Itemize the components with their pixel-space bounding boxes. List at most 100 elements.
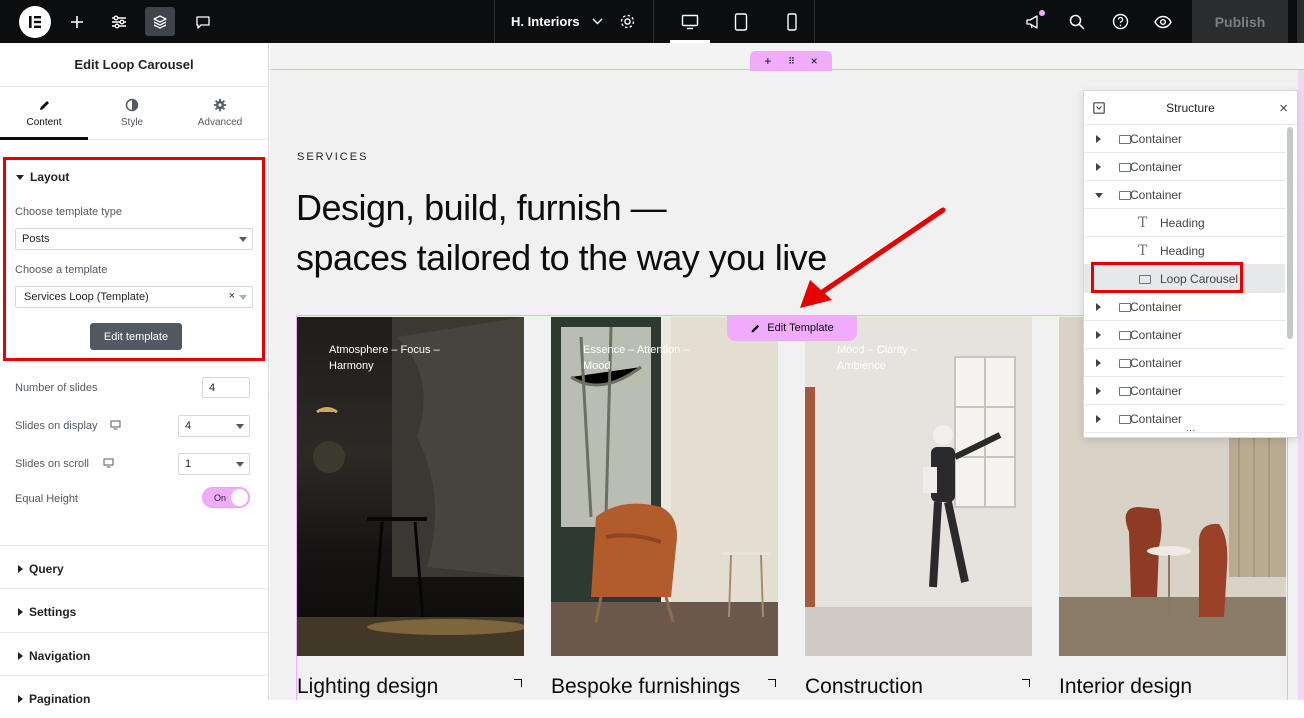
tab-style[interactable]: Style bbox=[88, 87, 176, 139]
elementor-logo-icon[interactable] bbox=[19, 6, 51, 38]
tablet-icon[interactable] bbox=[721, 0, 761, 43]
clear-icon[interactable]: × bbox=[229, 290, 235, 302]
comments-icon[interactable] bbox=[190, 0, 216, 43]
structure-item-heading[interactable]: T Heading bbox=[1084, 209, 1285, 237]
caret-down-icon bbox=[16, 174, 24, 180]
site-name: H. Interiors bbox=[511, 14, 580, 29]
pagination-section[interactable]: Pagination bbox=[0, 675, 268, 718]
corner-arrow-icon bbox=[1022, 679, 1030, 687]
carousel-slide[interactable]: Mood – Clarity – Ambience bbox=[805, 317, 1032, 656]
structure-item-label: Heading bbox=[1160, 243, 1205, 258]
corner-arrow-icon bbox=[768, 679, 776, 687]
editor-panel: Edit Loop Carousel Content Style Advance… bbox=[0, 43, 269, 706]
publish-button[interactable]: Publish bbox=[1192, 0, 1288, 43]
structure-scrollbar[interactable] bbox=[1287, 127, 1293, 339]
publish-options-button[interactable] bbox=[1296, 0, 1304, 43]
slide-title: Lighting design bbox=[297, 675, 439, 698]
dropdown-arrow-icon bbox=[239, 237, 247, 242]
structure-item-heading[interactable]: T Heading bbox=[1084, 237, 1285, 265]
structure-item-label: Heading bbox=[1160, 215, 1205, 230]
caret-right-icon bbox=[18, 565, 23, 573]
search-icon[interactable] bbox=[1064, 0, 1090, 43]
query-section[interactable]: Query bbox=[0, 545, 268, 588]
carousel-slide[interactable]: Essence – Attention – Mood bbox=[551, 317, 778, 656]
dropdown-arrow-icon bbox=[239, 295, 247, 300]
add-section-icon[interactable]: + bbox=[764, 54, 771, 68]
desktop-icon[interactable] bbox=[670, 0, 710, 43]
slide-caption: Essence – Attention – Mood bbox=[583, 344, 690, 372]
slide-caption: Mood – Clarity – Ambience bbox=[837, 344, 918, 372]
structure-item-container[interactable]: Container bbox=[1084, 293, 1285, 321]
structure-item-container[interactable]: Container bbox=[1084, 349, 1285, 377]
template-label: Choose a template bbox=[15, 264, 108, 276]
pencil-icon bbox=[39, 100, 49, 110]
loop-carousel-highlight bbox=[1091, 262, 1243, 293]
corner-arrow-icon bbox=[514, 679, 522, 687]
template-select[interactable]: Services Loop (Template) × bbox=[15, 286, 253, 308]
query-section-title: Query bbox=[29, 562, 64, 576]
settings-section[interactable]: Settings bbox=[0, 588, 268, 631]
structure-item-label: Container bbox=[1130, 187, 1183, 202]
caret-right-icon[interactable] bbox=[1096, 303, 1101, 311]
template-type-value: Posts bbox=[22, 233, 50, 245]
structure-item-label: Container bbox=[1130, 355, 1183, 370]
caret-right-icon[interactable] bbox=[1096, 163, 1101, 171]
structure-item-container[interactable]: Container bbox=[1084, 125, 1285, 153]
help-icon[interactable] bbox=[1107, 0, 1133, 43]
site-settings-icon[interactable] bbox=[106, 0, 132, 43]
caret-right-icon[interactable] bbox=[1096, 359, 1101, 367]
tab-advanced[interactable]: Advanced bbox=[176, 87, 264, 139]
structure-item-label: Container bbox=[1130, 383, 1183, 398]
toggle-state: On bbox=[214, 492, 227, 503]
section-toolbar: + ⠿ × bbox=[750, 51, 832, 71]
panel-title: Edit Loop Carousel bbox=[0, 43, 268, 87]
desktop-icon[interactable] bbox=[103, 458, 114, 468]
close-icon[interactable]: × bbox=[1279, 100, 1288, 117]
add-element-icon[interactable] bbox=[64, 0, 90, 43]
slides-on-scroll-select[interactable]: 1 bbox=[178, 453, 250, 475]
structure-item-container[interactable]: Container bbox=[1084, 181, 1285, 209]
equal-height-toggle[interactable]: On bbox=[202, 487, 250, 508]
caret-right-icon[interactable] bbox=[1096, 331, 1101, 339]
caret-right-icon[interactable] bbox=[1096, 415, 1101, 423]
edit-template-button[interactable]: Edit template bbox=[90, 323, 182, 350]
layout-section-title: Layout bbox=[30, 170, 70, 184]
slides-on-scroll-value: 1 bbox=[185, 458, 192, 470]
navigation-section[interactable]: Navigation bbox=[0, 632, 268, 675]
tab-content[interactable]: Content bbox=[0, 87, 88, 140]
chevron-down-icon bbox=[592, 18, 603, 25]
structure-item-label: Container bbox=[1130, 159, 1183, 174]
tab-advanced-label: Advanced bbox=[197, 117, 243, 128]
carousel-slide[interactable]: Atmosphere – Focus – Harmony bbox=[297, 317, 524, 656]
desktop-icon[interactable] bbox=[110, 420, 121, 430]
structure-item-container[interactable]: Container bbox=[1084, 321, 1285, 349]
heading-icon: T bbox=[1138, 215, 1148, 231]
slide-caption: Atmosphere – Focus – Harmony bbox=[329, 344, 440, 372]
preview-eye-icon[interactable] bbox=[1150, 0, 1176, 43]
resize-handle-icon[interactable]: ··· bbox=[1084, 426, 1297, 439]
caret-right-icon bbox=[18, 652, 23, 660]
caret-right-icon[interactable] bbox=[1096, 387, 1101, 395]
structure-item-container[interactable]: Container bbox=[1084, 377, 1285, 405]
caret-down-icon[interactable] bbox=[1095, 193, 1103, 198]
slides-on-display-select[interactable]: 4 bbox=[178, 415, 250, 437]
collapse-all-icon[interactable] bbox=[1093, 102, 1105, 114]
delete-section-icon[interactable]: × bbox=[811, 54, 818, 68]
drag-handle-icon[interactable]: ⠿ bbox=[788, 56, 795, 67]
toggle-knob bbox=[231, 489, 248, 506]
structure-item-container[interactable]: Container bbox=[1084, 153, 1285, 181]
slide-title: Construction bbox=[805, 675, 923, 698]
slides-on-scroll-label: Slides on scroll bbox=[15, 458, 89, 470]
mobile-icon[interactable] bbox=[772, 0, 812, 43]
template-type-select[interactable]: Posts bbox=[15, 228, 253, 250]
page-settings-icon[interactable] bbox=[619, 13, 636, 30]
slide-title: Bespoke furnishings bbox=[551, 675, 741, 698]
caret-right-icon[interactable] bbox=[1096, 135, 1101, 143]
site-selector[interactable]: H. Interiors bbox=[494, 0, 654, 43]
structure-item-label: Container bbox=[1130, 327, 1183, 342]
structure-layers-icon[interactable] bbox=[145, 7, 175, 36]
number-of-slides-input[interactable]: 4 bbox=[202, 377, 250, 398]
whats-new-megaphone-icon[interactable] bbox=[1020, 0, 1048, 43]
layout-section-toggle[interactable]: Layout bbox=[16, 170, 69, 184]
slide-title: Interior design bbox=[1059, 675, 1193, 698]
